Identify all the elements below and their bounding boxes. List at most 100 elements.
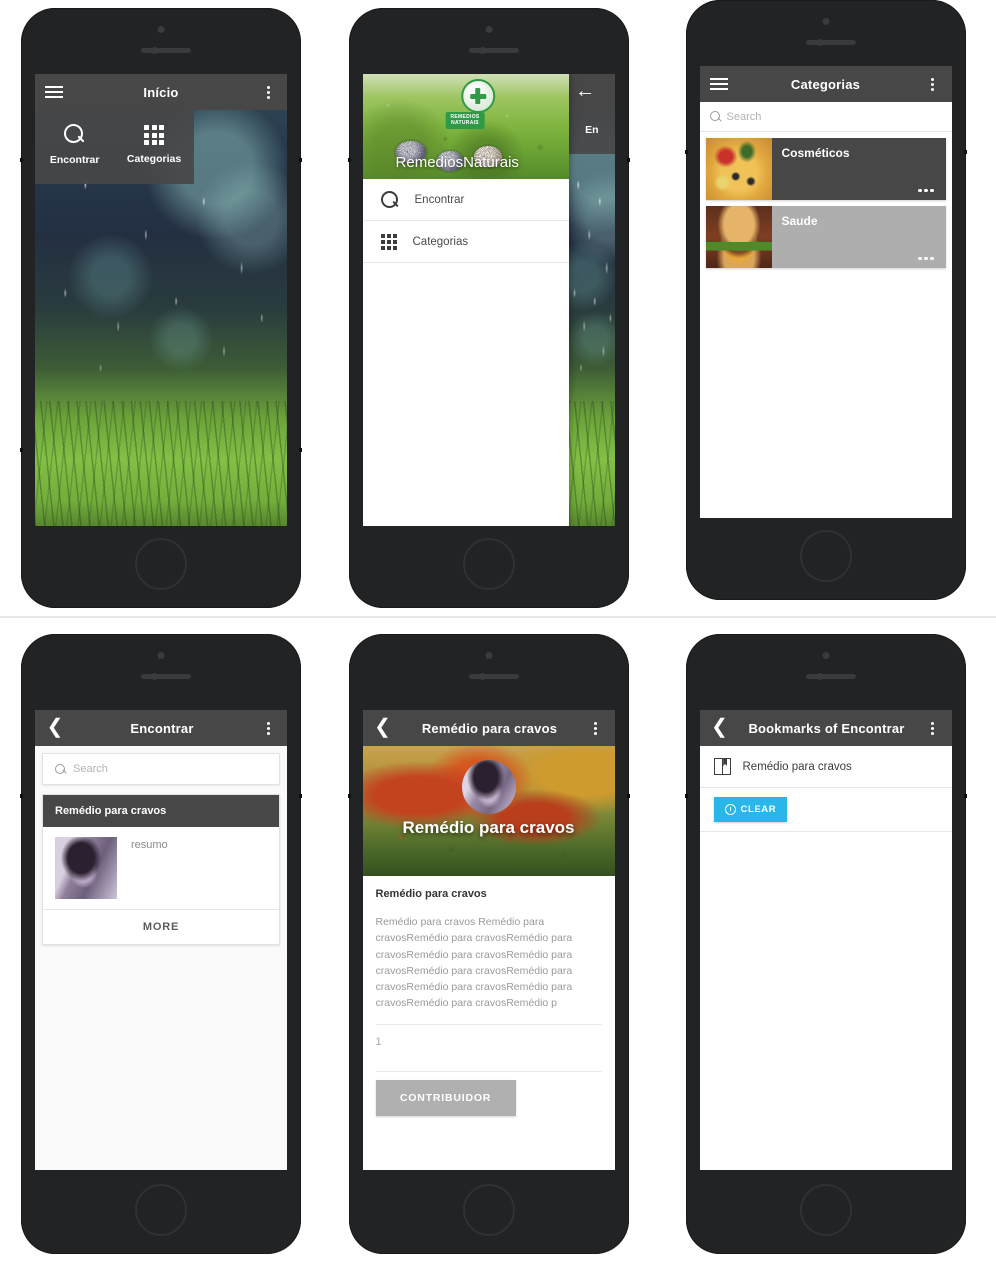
logo-banner: REMEDIOS NATURAIS (445, 112, 485, 129)
home-button[interactable] (799, 1184, 852, 1236)
phone-frame-find: ❮ Encontrar Search Remédio para cravos r… (20, 634, 302, 1254)
category-meta: Cosméticos (772, 138, 946, 200)
quick-action-categorias[interactable]: Categorias (114, 124, 193, 166)
hamburger-icon[interactable] (709, 77, 728, 91)
contribuidor-button[interactable]: CONTRIBUIDOR (375, 1079, 516, 1116)
detail-content: Remédio para cravos Remédio para cravos … (362, 876, 615, 1116)
side-notch (299, 794, 302, 798)
speaker-grille (141, 674, 191, 679)
back-chevron-icon[interactable]: ❮ (45, 717, 65, 738)
app-logo-icon (461, 79, 496, 113)
search-input[interactable]: Search (727, 111, 762, 123)
appbar-home: Início (35, 74, 287, 110)
side-notch (299, 158, 302, 162)
quick-action-label-peek: En (585, 124, 599, 136)
side-notch (963, 150, 967, 154)
quick-action-label: Encontrar (49, 154, 100, 166)
home-button[interactable] (462, 538, 515, 590)
category-meta: Saude (772, 206, 946, 268)
speaker-grille (468, 48, 519, 53)
kebab-icon[interactable] (924, 721, 942, 735)
speaker-grille (141, 48, 191, 53)
speaker-grille (468, 674, 519, 679)
result-summary: resumo (131, 839, 168, 851)
search-bar[interactable]: Search (42, 753, 280, 785)
ellipsis-icon[interactable] (918, 188, 934, 192)
quick-action-encontrar[interactable]: Encontrar (35, 124, 114, 166)
home-button[interactable] (135, 538, 187, 590)
page-title: Bookmarks of Encontrar (748, 720, 905, 736)
drawer-item-label: Encontrar (414, 193, 465, 206)
hero-title: Remédio para cravos (402, 818, 575, 837)
cell-categories: Categorias Search Cosméticos Saude (655, 0, 996, 618)
pizza-image (705, 138, 772, 200)
hamburger-icon[interactable] (45, 85, 63, 99)
side-notch (20, 794, 23, 798)
back-chevron-icon[interactable]: ❮ (373, 717, 393, 738)
side-notch (626, 794, 630, 798)
more-button[interactable]: MORE (43, 909, 279, 944)
camera-icon (822, 652, 829, 659)
category-name: Saude (781, 214, 818, 228)
camera-icon (157, 652, 165, 659)
drawer-item-categorias[interactable]: Categorias (362, 221, 570, 263)
category-thumbnail (705, 206, 772, 268)
side-notch (299, 448, 302, 452)
drawer-item-label: Categorias (412, 235, 469, 248)
list-item[interactable]: Saude (705, 206, 946, 268)
screen-categories: Categorias Search Cosméticos Saude (699, 66, 952, 518)
home-background-image (569, 110, 615, 526)
phone-frame-categories: Categorias Search Cosméticos Saude (684, 0, 967, 600)
avatar (461, 760, 516, 814)
appbar-detail: ❮ Remédio para cravos (362, 710, 615, 746)
screen-bookmarks: ❮ Bookmarks of Encontrar Remédio para cr… (699, 710, 952, 1170)
category-thumbnail (705, 138, 772, 200)
bookmarks-actions: CLEAR (699, 788, 952, 832)
camera-icon (157, 26, 165, 33)
ellipsis-icon[interactable] (918, 256, 934, 260)
result-card-body: resumo (43, 827, 279, 909)
back-chevron-icon[interactable]: ❮ (710, 717, 730, 738)
screenshot-grid: Início Encontrar Categorias ← En REMEDIO… (0, 0, 996, 1272)
screen-home: Início Encontrar Categorias (35, 74, 287, 526)
phone-frame-drawer: ← En REMEDIOS NATURAIS RemediosNaturais … (347, 8, 630, 608)
home-button[interactable] (135, 1184, 187, 1236)
kebab-icon[interactable] (259, 85, 277, 99)
kebab-icon[interactable] (587, 721, 605, 735)
grass-layer (569, 401, 615, 526)
camera-icon (485, 652, 492, 659)
grid-icon (380, 233, 397, 250)
cell-drawer: ← En REMEDIOS NATURAIS RemediosNaturais … (322, 0, 655, 618)
green-cross-icon (470, 88, 487, 104)
list-item[interactable]: Cosméticos (705, 138, 946, 200)
drawer-app-name: RemediosNaturais (395, 154, 519, 171)
result-card[interactable]: Remédio para cravos resumo MORE (42, 794, 280, 945)
clear-button-label: CLEAR (740, 804, 777, 815)
person-photo (55, 837, 117, 899)
side-notch (684, 150, 688, 154)
grid-icon (144, 125, 165, 145)
list-item[interactable]: Remédio para cravos (699, 746, 952, 788)
side-notch (684, 794, 688, 798)
cell-detail: ❮ Remédio para cravos Remédio para cravo… (322, 618, 655, 1272)
quick-action-encontrar-peek[interactable]: En (569, 124, 614, 136)
clear-button[interactable]: CLEAR (713, 797, 788, 822)
appbar-find: ❮ Encontrar (35, 710, 287, 746)
side-notch (347, 794, 351, 798)
appbar-categories: Categorias (699, 66, 952, 102)
book-bookmark-icon (713, 757, 731, 776)
drawer-item-encontrar[interactable]: Encontrar (362, 179, 570, 221)
screen-detail: ❮ Remédio para cravos Remédio para cravo… (362, 710, 615, 1170)
page-title: Remédio para cravos (421, 720, 558, 736)
back-arrow-icon[interactable]: ← (575, 81, 595, 102)
search-input[interactable]: Search (73, 763, 108, 775)
home-screen-peek[interactable]: ← En (569, 74, 615, 526)
home-button[interactable] (462, 1184, 515, 1236)
kebab-icon[interactable] (924, 77, 942, 91)
search-bar[interactable]: Search (699, 102, 952, 132)
search-icon (55, 763, 66, 775)
kebab-icon[interactable] (259, 721, 277, 735)
home-button[interactable] (799, 530, 852, 582)
search-icon (709, 111, 721, 122)
search-icon (380, 190, 399, 209)
